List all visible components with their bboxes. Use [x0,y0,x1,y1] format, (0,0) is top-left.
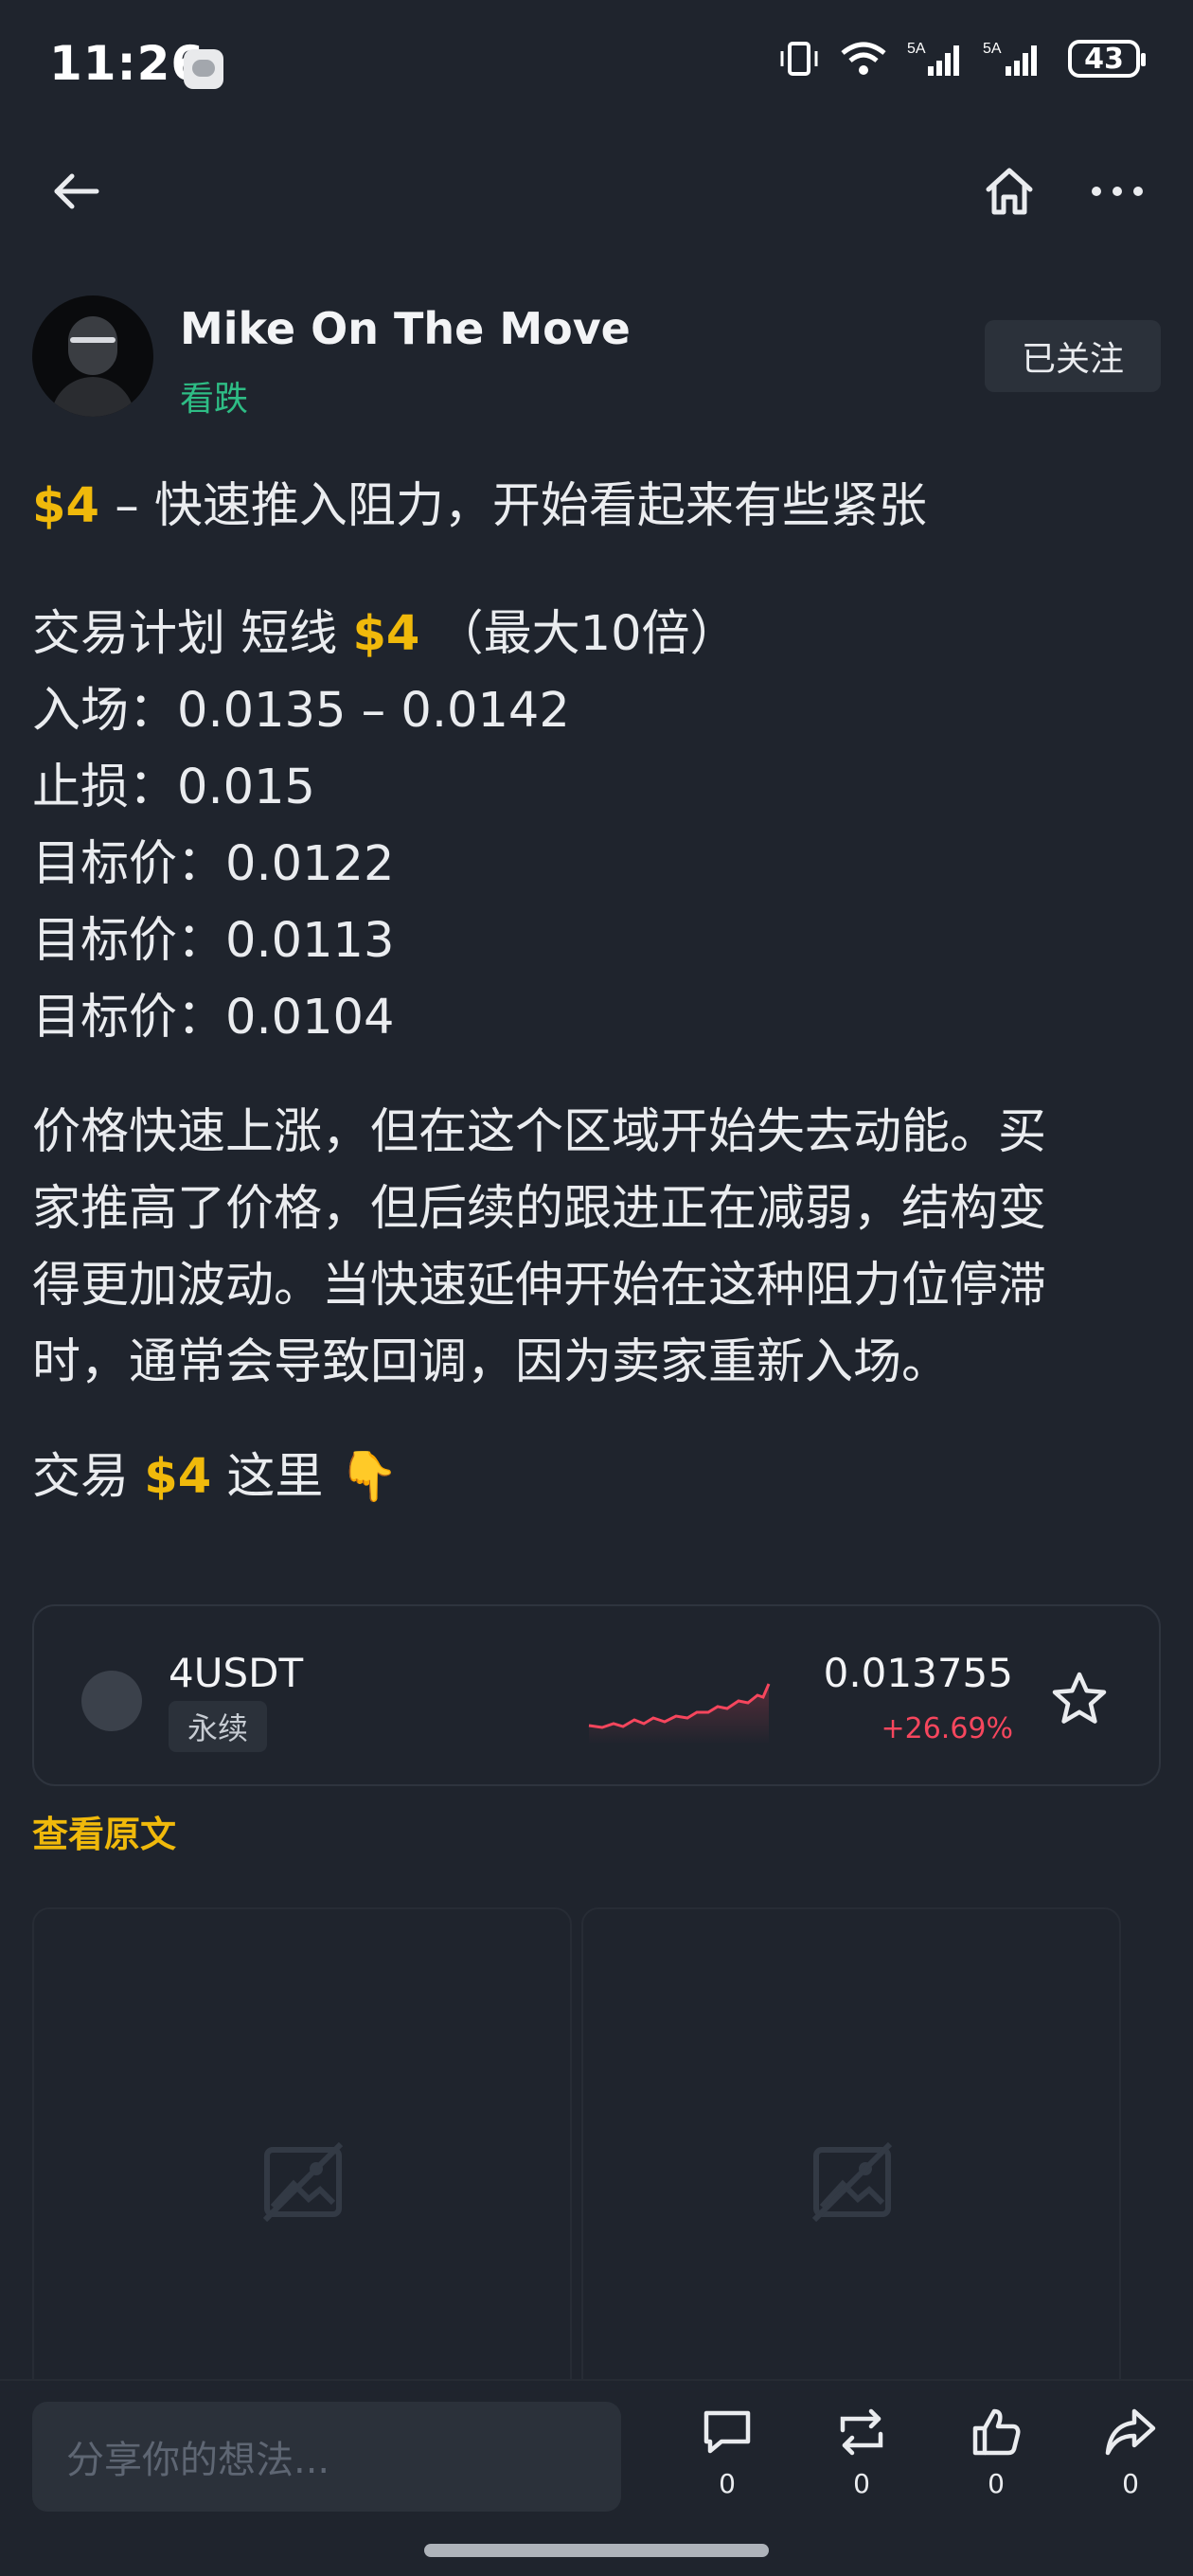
status-icons: 5A 5A 43 [778,38,1146,80]
market-ticker-card[interactable]: 4USDT 永续 0.013755 +26.69% [32,1604,1161,1786]
trading-pair: 4USDT [169,1650,304,1696]
perpetual-badge: 永续 [169,1701,268,1752]
share-icon [1105,2408,1156,2456]
comment-icon [703,2410,751,2454]
notification-app-icon [184,49,223,89]
stop-loss-line: 止损：0.015 [32,760,316,815]
target-line: 目标价：0.0104 [32,990,395,1046]
comment-count: 0 [719,2468,736,2499]
status-time: 11:26 [49,36,205,91]
image-placeholder-icon [262,2141,344,2223]
home-indicator[interactable] [424,2544,769,2557]
image-placeholder-icon [811,2141,893,2223]
post-detail-page: 11:26 5A 5A 43 Mike On The Move 看跌 已关注 $… [0,0,1193,2576]
cashtag-link[interactable]: $4 [144,1449,211,1505]
analysis-line: 价格快速上涨，但在这个区域开始失去动能。买 [32,1104,1047,1160]
post-title: $4 – 快速推入阻力，开始看起来有些紧张 [32,478,927,534]
repost-count: 0 [853,2468,870,2499]
price-change: +26.69% [881,1712,1013,1745]
status-bar: 11:26 5A 5A 43 [0,0,1193,142]
share-button[interactable]: 0 [1093,2404,1168,2499]
sparkline-chart [588,1683,771,1744]
sentiment-tag: 看跌 [180,380,249,419]
vibrate-icon [780,42,818,76]
coin-icon [81,1671,142,1731]
author-name[interactable]: Mike On The Move [180,303,631,354]
post-content: $4 – 快速推入阻力，开始看起来有些紧张 交易计划 短线 $4 （最大10倍）… [32,468,1168,1515]
battery-indicator: 43 [1068,40,1146,78]
wifi-icon [841,42,886,75]
analysis-line: 家推高了价格，但后续的跟进正在减弱，结构变 [32,1181,1047,1237]
target-line: 目标价：0.0122 [32,836,395,892]
network-label-1: 5A [907,41,926,57]
repost-icon [840,2408,883,2456]
view-original-link[interactable]: 查看原文 [32,1805,176,1857]
cashtag-link[interactable]: $4 [32,478,99,534]
comment-button[interactable]: 0 [689,2404,765,2499]
top-navigation [0,142,1193,237]
signal-icon-1: 5A [907,41,959,76]
like-button[interactable]: 0 [958,2404,1034,2499]
last-price: 0.013755 [823,1650,1013,1696]
like-icon [972,2408,1021,2456]
trade-here-line: 交易 $4 这里 👇 [32,1449,400,1505]
back-arrow-icon [54,173,99,209]
author-header: Mike On The Move 看跌 已关注 [32,295,1161,419]
back-button[interactable] [47,163,104,220]
comment-input[interactable]: 分享你的想法... [32,2402,621,2512]
star-icon[interactable] [1049,1669,1110,1729]
analysis-line: 得更加波动。当快速延伸开始在这种阻力位停滞 [32,1258,1047,1314]
target-line: 目标价：0.0113 [32,913,395,969]
signal-icon-2: 5A [983,41,1037,76]
more-options-button[interactable] [1089,163,1146,220]
network-label-2: 5A [983,41,1002,57]
follow-button[interactable]: 已关注 [985,320,1161,392]
trade-plan-line: 交易计划 短线 $4 （最大10倍） [32,606,739,662]
entry-line: 入场：0.0135 – 0.0142 [32,683,570,739]
cashtag-link[interactable]: $4 [352,606,419,662]
home-icon [986,168,1033,215]
author-avatar[interactable] [32,295,153,417]
more-icon [1092,187,1143,196]
home-button[interactable] [981,163,1038,220]
like-count: 0 [988,2468,1005,2499]
repost-button[interactable]: 0 [824,2404,899,2499]
analysis-line: 时，通常会导致回调，因为卖家重新入场。 [32,1334,951,1390]
share-count: 0 [1122,2468,1139,2499]
